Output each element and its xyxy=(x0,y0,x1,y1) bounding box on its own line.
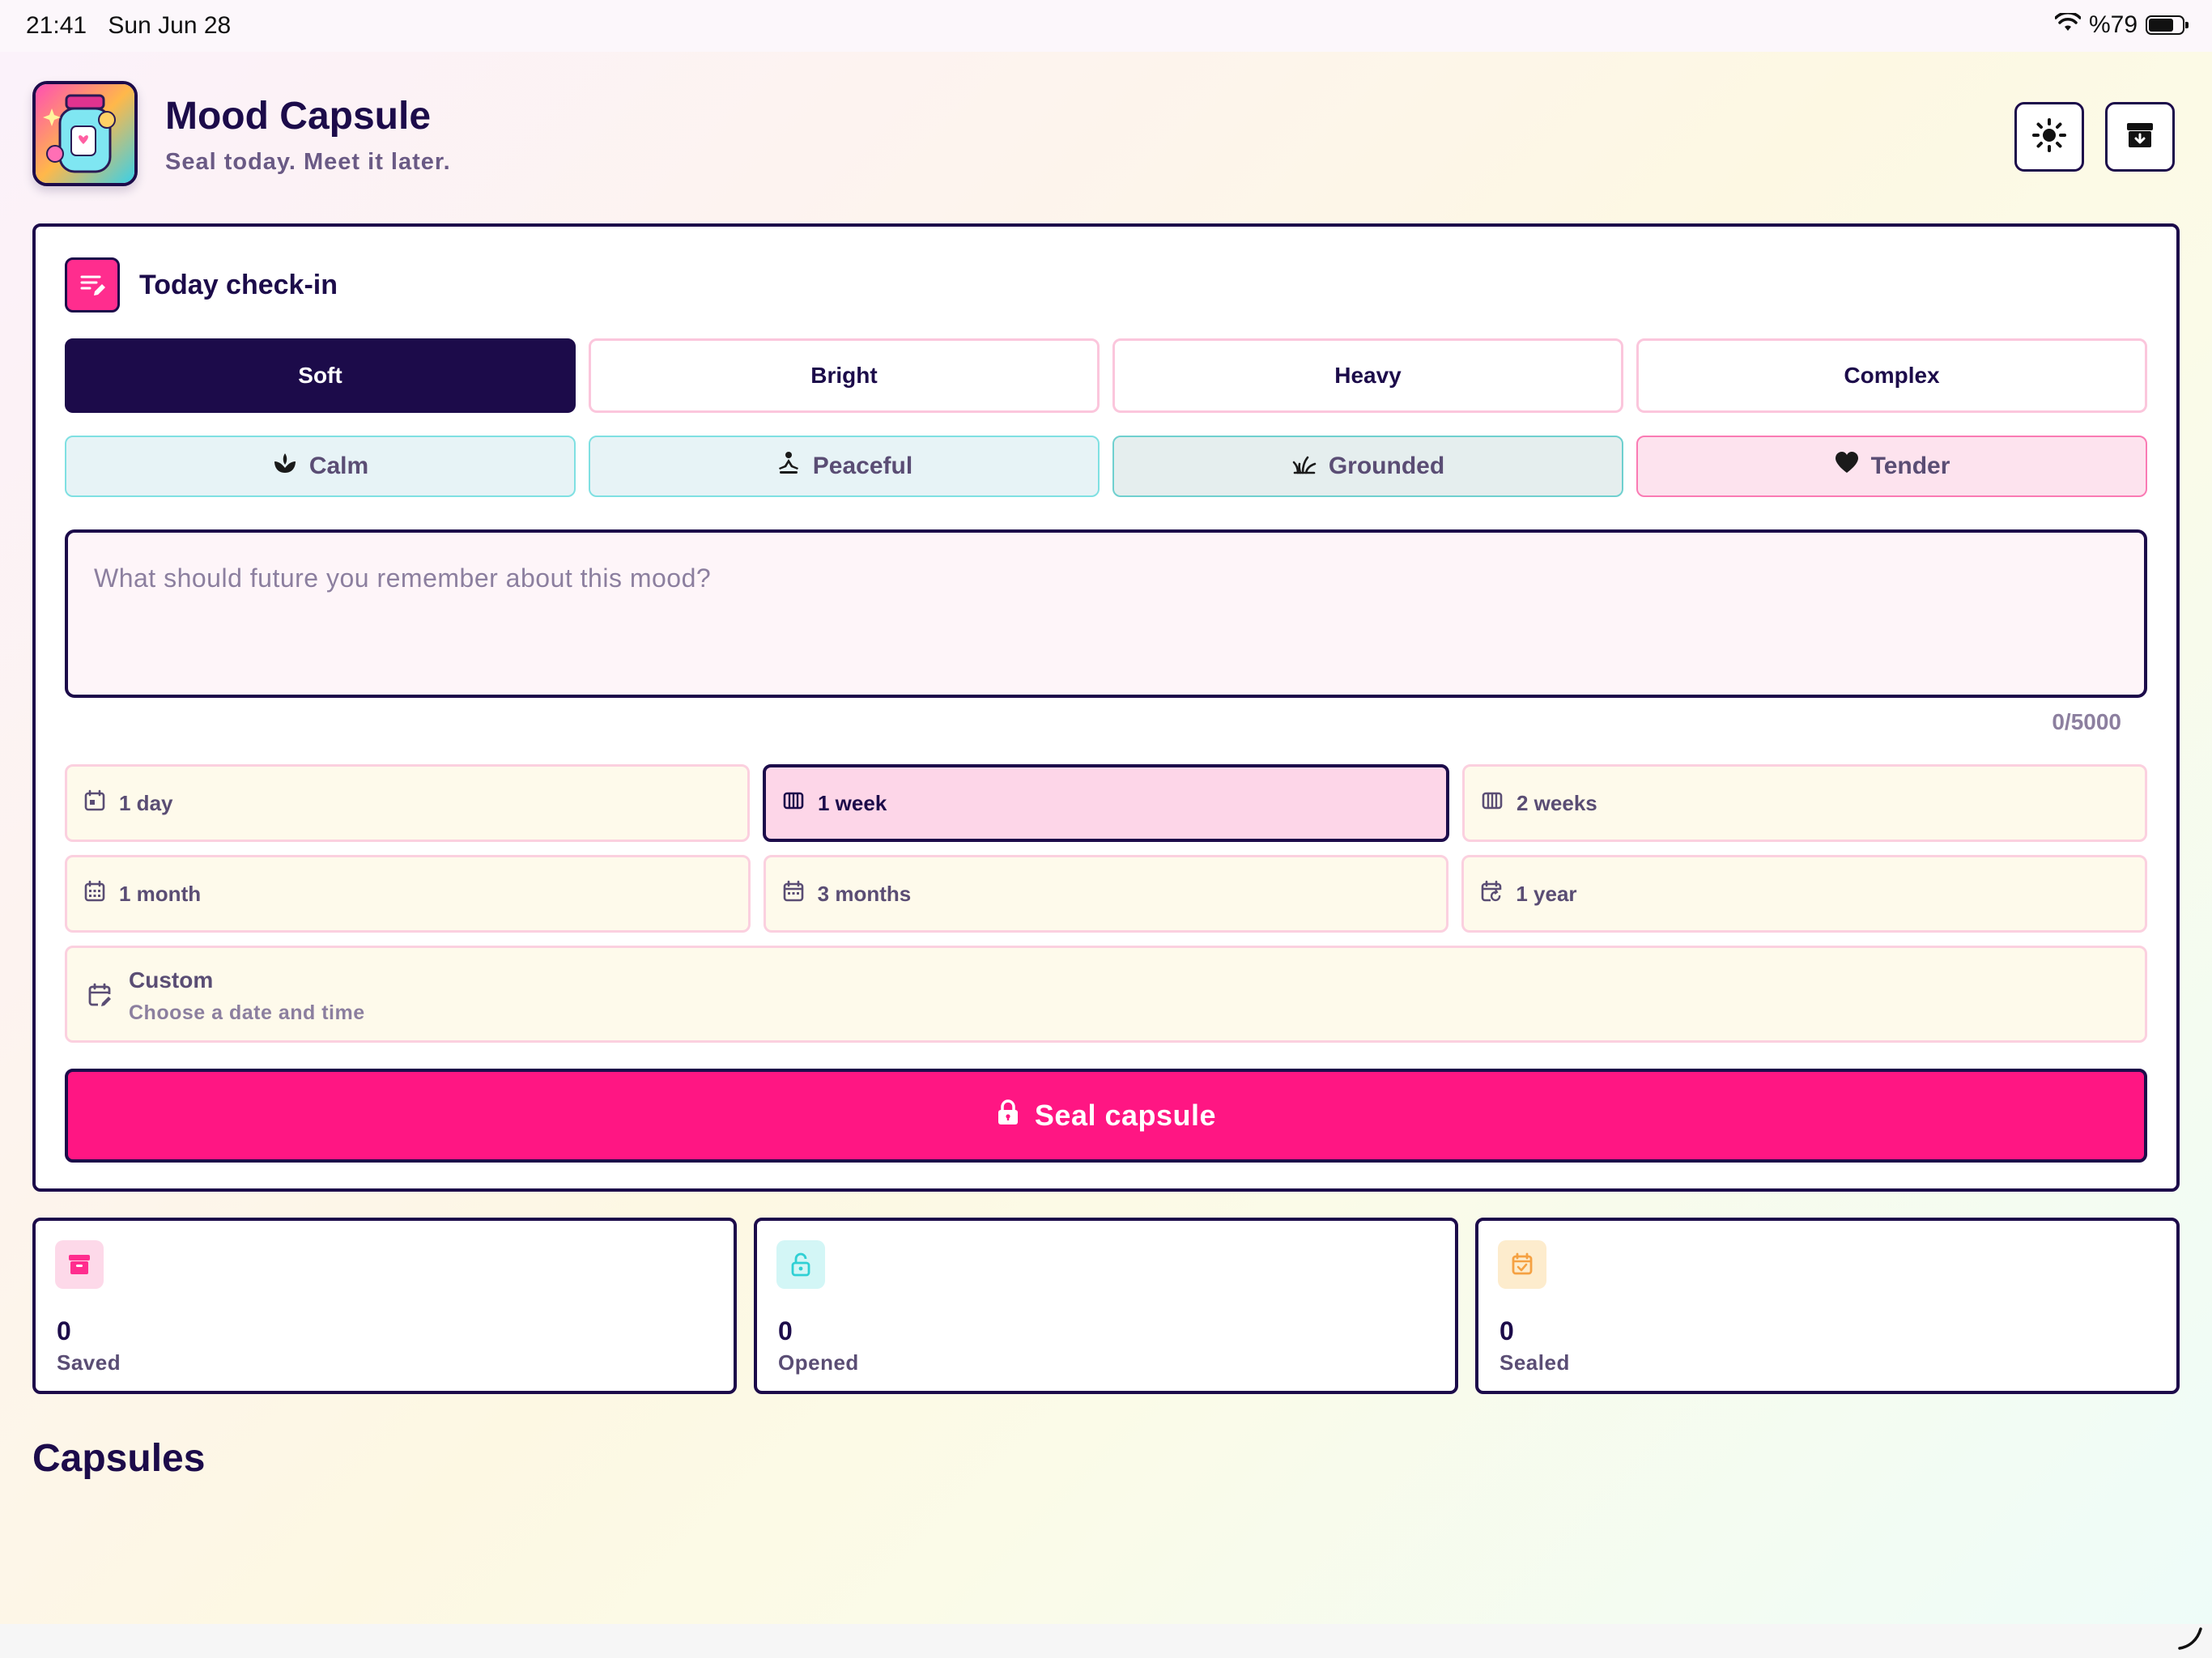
duration-label: 1 month xyxy=(119,881,202,906)
lotus-icon xyxy=(272,450,298,483)
duration-label: 1 year xyxy=(1516,881,1577,906)
duration-1-year[interactable]: 1 year xyxy=(1461,855,2148,933)
lock-icon xyxy=(996,1099,1020,1133)
calendar-week-icon xyxy=(1481,789,1504,818)
duration-row-2: 1 month 3 months 1 year xyxy=(65,855,2148,933)
heart-icon xyxy=(1834,450,1860,483)
note-placeholder: What should future you remember about th… xyxy=(94,563,712,593)
sun-icon xyxy=(2031,117,2067,157)
mood-label: Grounded xyxy=(1328,453,1445,479)
theme-toggle-button[interactable] xyxy=(2014,102,2084,172)
app-title: Mood Capsule xyxy=(165,95,432,138)
duration-label: 1 week xyxy=(818,790,887,815)
mood-label: Tender xyxy=(1870,453,1950,479)
category-row: Soft Bright Heavy Complex xyxy=(65,338,2147,413)
duration-1-month[interactable]: 1 month xyxy=(65,855,751,933)
archive-icon xyxy=(2124,119,2156,155)
note-edit-icon xyxy=(65,257,120,312)
stat-card-sealed: 0 Sealed xyxy=(1475,1218,2180,1394)
app-header: Mood Capsule Seal today. Meet it later. xyxy=(32,81,2180,191)
mood-calm[interactable]: Calm xyxy=(65,436,576,497)
checkin-title: Today check-in xyxy=(139,270,338,300)
wifi-icon xyxy=(2054,11,2082,39)
calendar-refresh-icon xyxy=(1480,880,1503,908)
mood-tender[interactable]: Tender xyxy=(1636,436,2147,497)
stat-value: 0 xyxy=(1499,1316,1514,1346)
category-complex[interactable]: Complex xyxy=(1636,338,2147,413)
calendar-week-icon xyxy=(782,789,805,818)
mood-note-input[interactable]: What should future you remember about th… xyxy=(65,529,2147,698)
meditation-icon xyxy=(776,450,802,483)
battery-percent: %79 xyxy=(2088,11,2138,38)
duration-1-week[interactable]: 1 week xyxy=(763,764,1449,842)
status-date: Sun Jun 28 xyxy=(108,12,232,39)
duration-label: 3 months xyxy=(817,881,912,906)
mood-grounded[interactable]: Grounded xyxy=(1112,436,1623,497)
calendar-edit-icon xyxy=(87,982,113,1012)
duration-2-weeks[interactable]: 2 weeks xyxy=(1462,764,2147,842)
archive-button[interactable] xyxy=(2105,102,2175,172)
checkin-card: Today check-in Soft Bright Heavy Complex… xyxy=(32,223,2180,1192)
custom-date-button[interactable]: Custom Choose a date and time xyxy=(65,946,2147,1043)
stat-value: 0 xyxy=(57,1316,71,1346)
calendar-check-icon xyxy=(1498,1240,1546,1289)
resize-handle-icon[interactable] xyxy=(2176,1626,2204,1656)
stat-label: Opened xyxy=(778,1350,859,1375)
status-bar: 21:41 Sun Jun 28 %79 xyxy=(0,0,2212,52)
seal-capsule-button[interactable]: Seal capsule xyxy=(65,1069,2147,1163)
duration-label: 2 weeks xyxy=(1516,790,1597,815)
lock-open-icon xyxy=(776,1240,825,1289)
seal-label: Seal capsule xyxy=(1034,1099,1217,1132)
capsules-heading: Capsules xyxy=(32,1437,206,1480)
category-soft[interactable]: Soft xyxy=(65,338,576,413)
duration-3-months[interactable]: 3 months xyxy=(763,855,1449,933)
bottom-bar xyxy=(0,1624,2212,1658)
stat-label: Sealed xyxy=(1499,1350,1570,1375)
app-subtitle: Seal today. Meet it later. xyxy=(165,149,451,175)
mood-label: Calm xyxy=(308,453,369,479)
calendar-month-icon xyxy=(83,880,106,908)
stat-card-saved: 0 Saved xyxy=(32,1218,737,1394)
battery-icon xyxy=(2146,15,2189,35)
calendar-icon xyxy=(782,880,805,908)
custom-sublabel: Choose a date and time xyxy=(129,1001,365,1024)
status-right: %79 xyxy=(2054,11,2189,39)
archive-icon xyxy=(55,1240,104,1289)
duration-row-1: 1 day 1 week 2 weeks xyxy=(65,764,2147,842)
stat-value: 0 xyxy=(778,1316,793,1346)
char-counter: 0/5000 xyxy=(2052,709,2121,734)
custom-label: Custom xyxy=(129,967,214,993)
duration-label: 1 day xyxy=(119,790,173,815)
calendar-day-icon xyxy=(83,789,106,818)
mood-label: Peaceful xyxy=(812,453,913,479)
category-heavy[interactable]: Heavy xyxy=(1112,338,1623,413)
duration-1-day[interactable]: 1 day xyxy=(65,764,750,842)
status-left: 21:41 Sun Jun 28 xyxy=(26,12,245,40)
category-bright[interactable]: Bright xyxy=(589,338,1100,413)
grass-icon xyxy=(1291,450,1317,483)
mood-peaceful[interactable]: Peaceful xyxy=(589,436,1100,497)
status-time: 21:41 xyxy=(26,12,87,39)
stat-card-opened: 0 Opened xyxy=(754,1218,1458,1394)
mood-row: Calm Peaceful Grounded Tender xyxy=(65,436,2147,497)
app-logo xyxy=(32,81,138,186)
stat-label: Saved xyxy=(57,1350,121,1375)
